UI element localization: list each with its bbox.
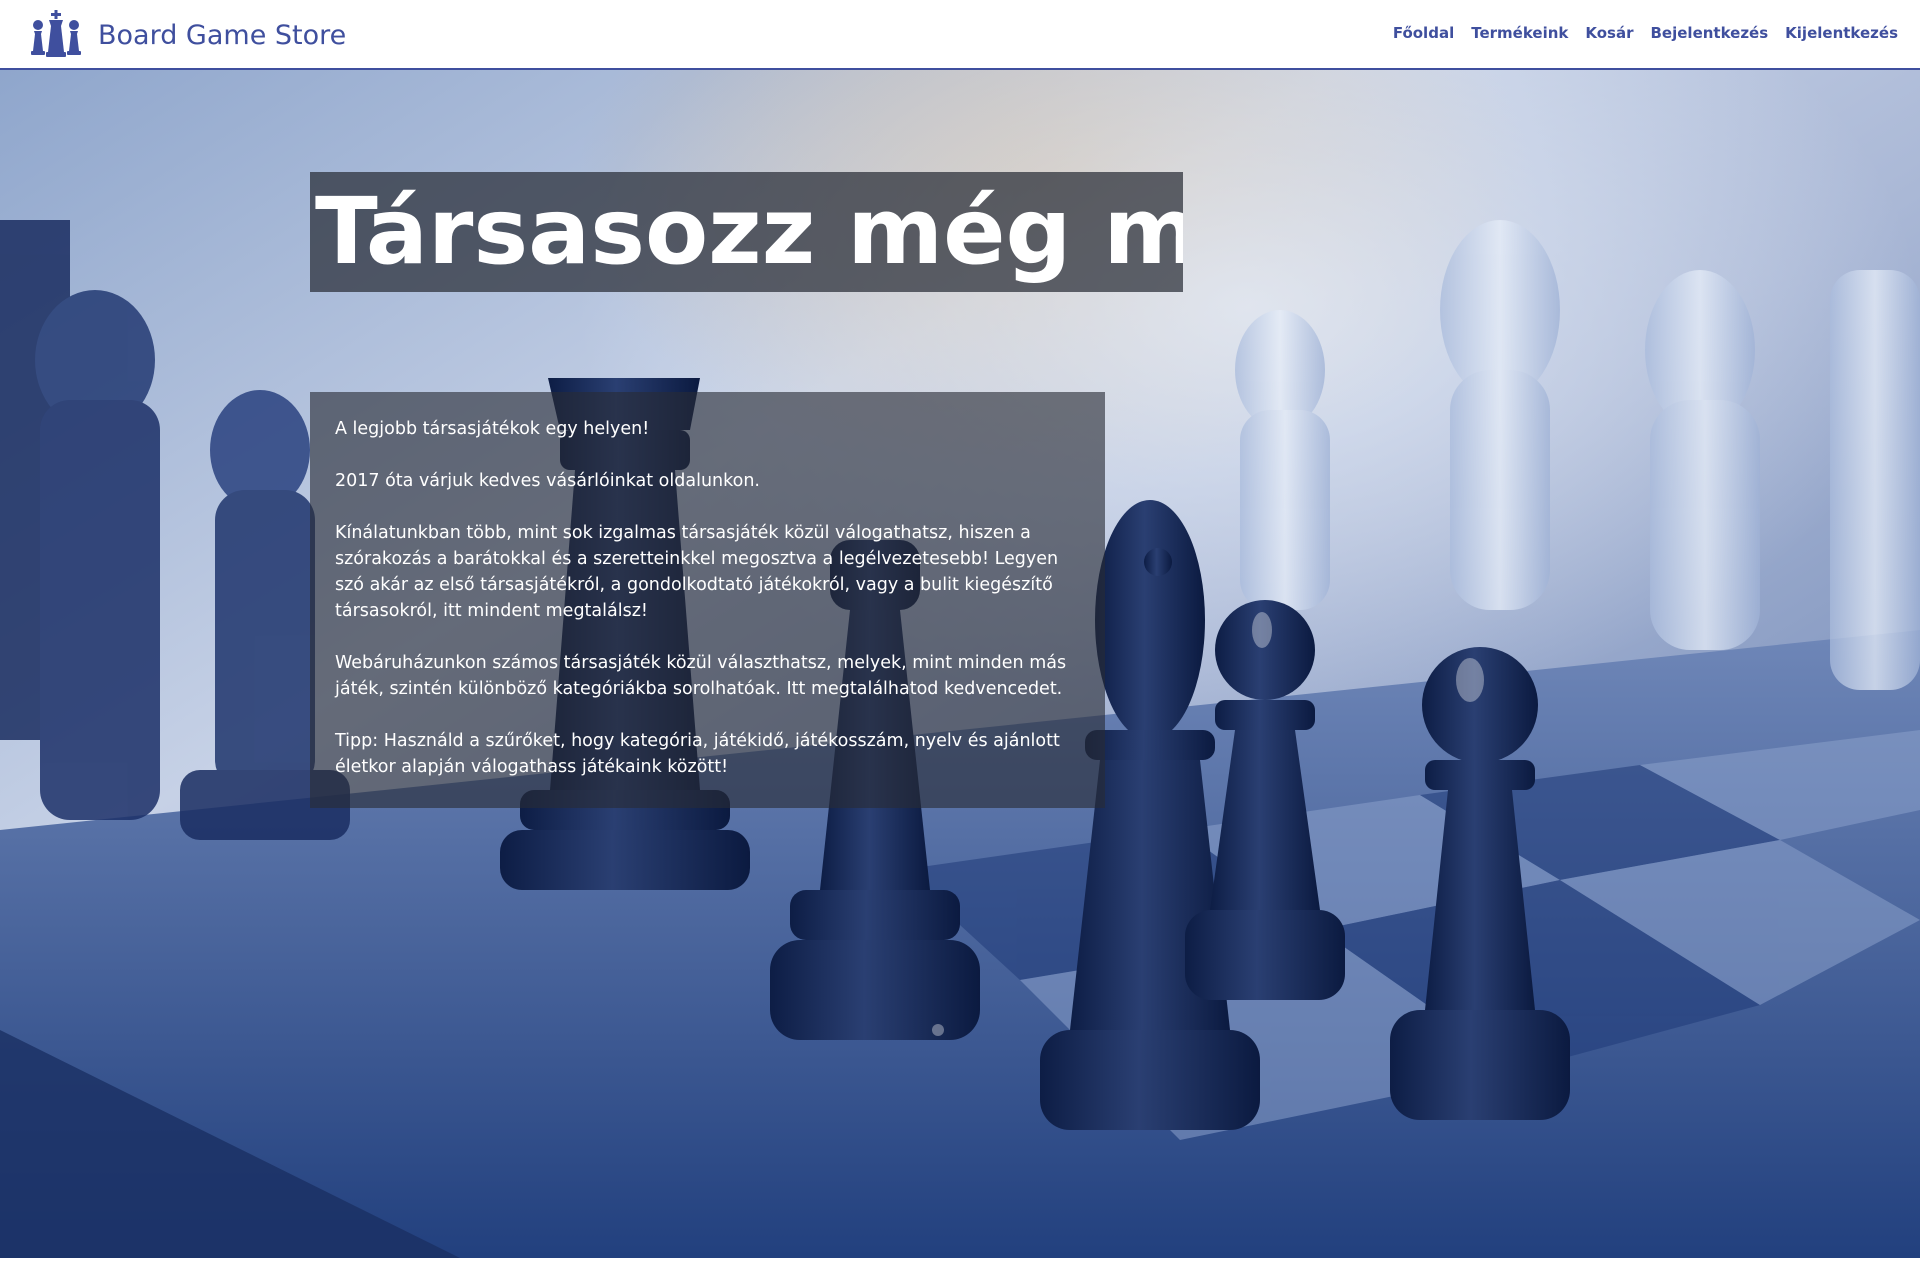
nav-link-logout[interactable]: Kijelentkezés <box>1785 24 1898 42</box>
chess-pieces-icon <box>31 10 81 57</box>
brand-name: Board Game Store <box>98 19 347 51</box>
hero-title: Társasozz még ma! <box>315 178 1183 285</box>
nav-link-cart[interactable]: Kosár <box>1585 24 1633 42</box>
intro-paragraph: Kínálatunkban több, mint sok izgalmas tá… <box>335 523 1059 621</box>
main-nav: Főoldal Termékeink Kosár Bejelentkezés K… <box>1393 24 1898 42</box>
intro-text-box: A legjobb társasjátékok egy helyen! 2017… <box>310 392 1105 808</box>
nav-link-login[interactable]: Bejelentkezés <box>1651 24 1769 42</box>
nav-link-home[interactable]: Főoldal <box>1393 24 1454 42</box>
nav-link-products[interactable]: Termékeink <box>1471 24 1568 42</box>
intro-paragraph: 2017 óta várjuk kedves vásárlóinkat olda… <box>335 471 760 491</box>
page-bottom-edge <box>0 1258 1920 1268</box>
intro-paragraph: A legjobb társasjátékok egy helyen! <box>335 419 650 439</box>
intro-paragraph: Webáruházunkon számos társasjáték közül … <box>335 653 1067 699</box>
brand-link[interactable]: Board Game Store <box>28 9 346 61</box>
hero-section: Társasozz még ma! A legjobb társasjátéko… <box>0 70 1920 1258</box>
intro-paragraph: Tipp: Használd a szűrőket, hogy kategóri… <box>335 731 1060 777</box>
top-navbar: Board Game Store Főoldal Termékeink Kosá… <box>0 0 1920 70</box>
hero-title-box: Társasozz még ma! <box>310 172 1183 292</box>
